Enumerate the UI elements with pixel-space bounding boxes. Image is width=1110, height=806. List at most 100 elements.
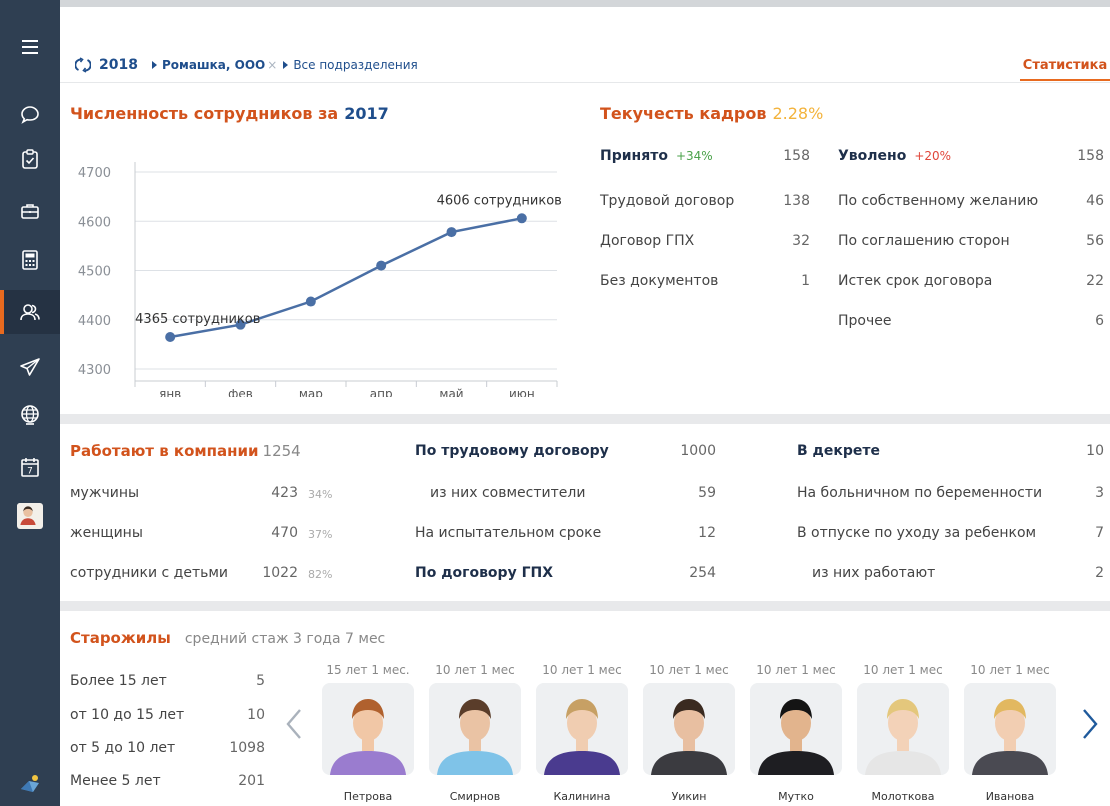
- veterans-row-value: 1098: [229, 740, 265, 756]
- breadcrumb-arrow-icon: [283, 61, 289, 69]
- veteran-name: Смирнов: [449, 790, 501, 803]
- header-divider: [60, 82, 1110, 83]
- calculator-icon: [22, 250, 38, 270]
- veteran-card[interactable]: 10 лет 1 мес Мутко: [750, 663, 842, 803]
- working-title: Работают в компании 1254: [70, 442, 301, 460]
- veterans-row-value: 201: [238, 773, 265, 789]
- fired-row-value: 46: [1086, 193, 1104, 209]
- veteran-name: Молоткова: [871, 790, 935, 803]
- turnover-title: Текучесть кадров 2.28%: [600, 104, 823, 123]
- carousel-next-button[interactable]: [1080, 707, 1100, 750]
- data-point: [516, 213, 527, 224]
- data-point: [446, 227, 457, 238]
- envelope-plane-icon: [21, 775, 39, 792]
- veteran-card[interactable]: 10 лет 1 мес Уикин: [643, 663, 735, 803]
- calendar-icon: 7: [21, 458, 39, 477]
- sidebar-item-messages[interactable]: [0, 345, 60, 389]
- leave-sick-value: 3: [1095, 485, 1104, 501]
- fired-row-label: Истек срок договора: [838, 273, 993, 289]
- globe-icon: [21, 405, 39, 425]
- org-selector[interactable]: Ромашка, ООО: [162, 58, 265, 72]
- veteran-name: Иванова: [985, 790, 1035, 803]
- veteran-card[interactable]: 10 лет 1 мес Смирнов: [429, 663, 521, 803]
- contract-probation-value: 12: [698, 525, 716, 541]
- leave-maternity-label[interactable]: В декрете: [797, 443, 880, 459]
- hired-row-label: Трудовой договор: [600, 193, 735, 209]
- briefcase-icon: [21, 204, 39, 219]
- veteran-name: Уикин: [671, 790, 707, 803]
- contract-part-time-label: из них совместители: [430, 485, 586, 501]
- sidebar-item-accounting[interactable]: [0, 238, 60, 282]
- people-icon: [20, 304, 40, 321]
- refresh-icon[interactable]: [75, 57, 91, 73]
- sidebar-item-web[interactable]: [0, 393, 60, 437]
- contract-gph-label[interactable]: По договору ГПХ: [415, 565, 553, 581]
- working-row-label: мужчины: [70, 485, 140, 501]
- working-total: 1254: [262, 442, 301, 460]
- veteran-photo: [750, 683, 842, 775]
- leave-sick-label: На больничном по беременности: [797, 485, 1043, 501]
- contract-labor-label[interactable]: По трудовому договору: [415, 443, 609, 459]
- veterans-row-label: Более 15 лет: [70, 673, 167, 689]
- headcount-year[interactable]: 2017: [344, 104, 389, 123]
- y-tick-label: 4600: [78, 215, 111, 230]
- fired-total: 158: [1077, 148, 1104, 164]
- x-tick-label: май: [439, 387, 463, 397]
- headcount-title-text: Численность сотрудников за: [70, 104, 339, 123]
- veteran-experience: 10 лет 1 мес: [435, 663, 515, 677]
- leave-maternity-value: 10: [1086, 443, 1104, 459]
- breadcrumb: 2018 Ромашка, ООО × Все подразделения: [75, 57, 418, 73]
- data-point: [305, 296, 316, 307]
- fired-label[interactable]: Уволено +20%: [838, 148, 951, 164]
- sidebar: 7: [0, 0, 60, 806]
- y-tick-label: 4400: [78, 314, 111, 329]
- contract-part-time-value: 59: [698, 485, 716, 501]
- sidebar-item-tasks[interactable]: [0, 137, 60, 181]
- sidebar-item-business[interactable]: [0, 189, 60, 233]
- veteran-card[interactable]: 10 лет 1 мес Молоткова: [857, 663, 949, 803]
- hired-label-text: Принято: [600, 148, 668, 164]
- headcount-title: Численность сотрудников за 2017: [70, 104, 389, 123]
- sidebar-item-chat[interactable]: [0, 92, 60, 136]
- menu-icon: [22, 40, 38, 54]
- clipboard-icon: [22, 149, 38, 169]
- veteran-photo: [857, 683, 949, 775]
- hired-row-value: 32: [792, 233, 810, 249]
- department-selector[interactable]: Все подразделения: [293, 58, 417, 72]
- veteran-experience: 10 лет 1 мес: [649, 663, 729, 677]
- menu-button[interactable]: [0, 25, 60, 69]
- working-row-value: 470: [271, 525, 298, 541]
- tab-statistics[interactable]: Статистика: [1020, 55, 1110, 81]
- chat-icon: [21, 106, 39, 124]
- veteran-photo: [964, 683, 1056, 775]
- contract-gph-value: 254: [689, 565, 716, 581]
- headcount-line-chart: 4300 4400 4500 4600 4700 янв фев мар апр май июн 43…: [78, 162, 562, 397]
- sidebar-item-calendar[interactable]: 7: [0, 445, 60, 489]
- year-selector[interactable]: 2018: [99, 57, 138, 73]
- veterans-subtitle: средний стаж 3 года 7 мес: [184, 631, 386, 647]
- veteran-card[interactable]: 10 лет 1 мес Калинина: [536, 663, 628, 803]
- veterans-title-text: Старожилы: [70, 629, 171, 647]
- hired-row-label: Договор ГПХ: [600, 233, 695, 249]
- hired-label[interactable]: Принято +34%: [600, 148, 713, 164]
- carousel-prev-button[interactable]: [284, 707, 304, 750]
- working-row-label: сотрудники с детьми: [70, 565, 229, 581]
- sidebar-item-notifications[interactable]: [0, 762, 60, 806]
- calendar-day: 7: [27, 467, 33, 477]
- section-divider: [60, 414, 1110, 424]
- veteran-photo: [536, 683, 628, 775]
- veteran-experience: 10 лет 1 мес: [863, 663, 943, 677]
- y-tick-label: 4500: [78, 265, 111, 280]
- sidebar-item-profile[interactable]: [0, 494, 60, 538]
- hired-total: 158: [783, 148, 810, 164]
- x-tick-label: мар: [299, 387, 323, 397]
- veteran-experience: 10 лет 1 мес: [756, 663, 836, 677]
- working-row-pct: 37%: [308, 528, 333, 541]
- sidebar-item-staff[interactable]: [0, 290, 60, 334]
- veteran-card[interactable]: 15 лет 1 мес. Петрова: [322, 663, 414, 803]
- fired-delta: +20%: [914, 149, 952, 163]
- veteran-card[interactable]: 10 лет 1 мес Иванова: [964, 663, 1056, 803]
- org-clear-button[interactable]: ×: [267, 58, 277, 72]
- fired-row-label: По собственному желанию: [838, 193, 1039, 209]
- fired-label-text: Уволено: [838, 148, 907, 164]
